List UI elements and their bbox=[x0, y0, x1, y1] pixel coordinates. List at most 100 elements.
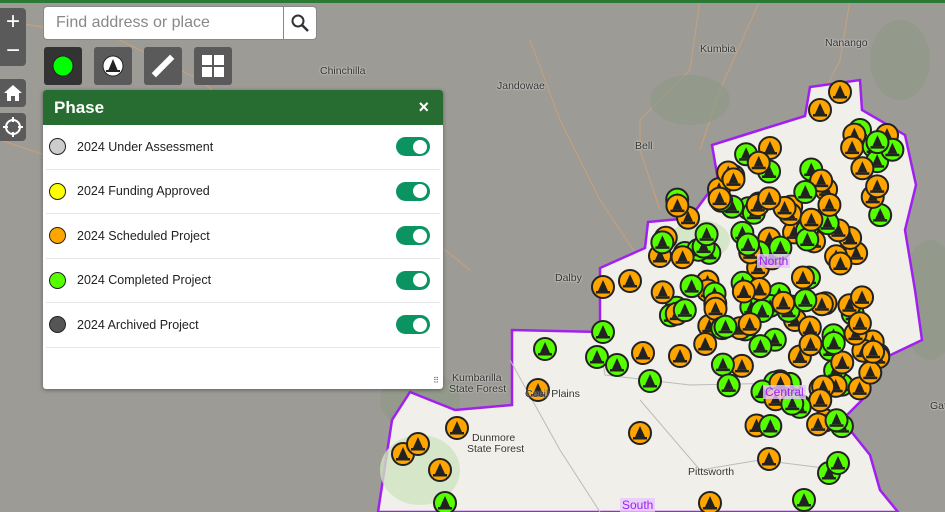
project-marker[interactable] bbox=[828, 80, 852, 104]
project-marker[interactable] bbox=[826, 451, 850, 475]
project-marker[interactable] bbox=[650, 280, 675, 305]
project-marker[interactable] bbox=[840, 135, 865, 160]
phase-toggle[interactable] bbox=[396, 181, 430, 201]
project-marker[interactable] bbox=[713, 314, 738, 339]
project-marker[interactable] bbox=[746, 150, 771, 175]
project-marker[interactable] bbox=[710, 352, 735, 377]
project-marker[interactable] bbox=[861, 339, 886, 364]
project-marker[interactable] bbox=[824, 408, 849, 433]
search-button[interactable] bbox=[283, 7, 316, 39]
project-marker[interactable] bbox=[793, 288, 818, 313]
phase-symbol-icon bbox=[49, 227, 66, 245]
panel-header: Phase × bbox=[43, 90, 443, 125]
project-marker[interactable] bbox=[668, 344, 692, 368]
project-marker[interactable] bbox=[850, 285, 875, 310]
project-marker[interactable] bbox=[799, 207, 824, 232]
project-marker[interactable] bbox=[758, 413, 783, 438]
project-marker[interactable] bbox=[736, 232, 761, 257]
project-marker[interactable] bbox=[591, 275, 615, 299]
phase-symbol-icon bbox=[49, 271, 66, 289]
project-marker[interactable] bbox=[716, 373, 741, 398]
project-marker[interactable] bbox=[737, 312, 762, 337]
phase-symbol-icon bbox=[49, 316, 66, 334]
phase-item: 2024 Under Assessment bbox=[46, 125, 440, 170]
place-label: Cecil Plains bbox=[525, 388, 580, 400]
phase-item: 2024 Funding Approved bbox=[46, 170, 440, 214]
project-marker[interactable] bbox=[858, 360, 883, 385]
project-marker[interactable] bbox=[798, 332, 823, 357]
project-marker[interactable] bbox=[721, 167, 746, 192]
project-marker[interactable] bbox=[808, 388, 833, 413]
project-marker[interactable] bbox=[679, 274, 704, 299]
project-marker[interactable] bbox=[665, 193, 690, 218]
zoom-in-button[interactable]: + bbox=[0, 8, 26, 37]
project-marker[interactable] bbox=[638, 369, 662, 393]
project-marker[interactable] bbox=[533, 337, 557, 361]
project-marker[interactable] bbox=[847, 311, 872, 336]
project-layer-button[interactable] bbox=[94, 47, 132, 85]
project-marker[interactable] bbox=[693, 331, 718, 356]
basemap-button[interactable] bbox=[194, 47, 232, 85]
phase-toggle[interactable] bbox=[396, 315, 430, 335]
locate-button[interactable] bbox=[0, 113, 26, 141]
project-marker[interactable] bbox=[771, 290, 796, 315]
project-marker[interactable] bbox=[757, 447, 781, 471]
project-marker[interactable] bbox=[591, 320, 615, 344]
phase-symbol-icon bbox=[49, 138, 66, 156]
project-marker[interactable] bbox=[808, 98, 832, 122]
project-marker[interactable] bbox=[793, 180, 818, 205]
top-accent-bar bbox=[0, 0, 945, 3]
project-marker[interactable] bbox=[748, 334, 773, 359]
basemap-grid-icon bbox=[202, 55, 224, 77]
phase-label: 2024 Funding Approved bbox=[77, 184, 210, 199]
project-marker[interactable] bbox=[672, 298, 697, 323]
project-marker[interactable] bbox=[792, 488, 816, 512]
project-marker[interactable] bbox=[698, 491, 722, 512]
project-marker[interactable] bbox=[585, 345, 609, 369]
project-marker[interactable] bbox=[850, 156, 875, 181]
project-marker[interactable] bbox=[817, 192, 842, 217]
phase-label: 2024 Under Assessment bbox=[77, 139, 214, 154]
home-button[interactable] bbox=[0, 79, 26, 107]
project-marker[interactable] bbox=[731, 279, 756, 304]
project-marker[interactable] bbox=[618, 269, 642, 293]
traffic-cone-icon bbox=[102, 55, 124, 77]
place-label: State Forest bbox=[467, 443, 525, 455]
place-label: Bell bbox=[635, 140, 653, 152]
phase-toggle[interactable] bbox=[396, 137, 430, 157]
place-label: Jandowae bbox=[497, 80, 545, 92]
zoom-out-button[interactable]: − bbox=[0, 37, 26, 66]
project-marker[interactable] bbox=[865, 130, 890, 155]
project-marker[interactable] bbox=[406, 432, 430, 456]
project-marker[interactable] bbox=[605, 353, 629, 377]
project-marker[interactable] bbox=[707, 186, 732, 211]
search-input[interactable] bbox=[44, 7, 283, 39]
green-dot-icon bbox=[52, 55, 74, 77]
measure-button[interactable] bbox=[144, 47, 182, 85]
project-marker[interactable] bbox=[631, 341, 655, 365]
project-marker[interactable] bbox=[628, 421, 652, 445]
project-marker[interactable] bbox=[790, 265, 815, 290]
project-marker[interactable] bbox=[865, 174, 890, 199]
project-marker[interactable] bbox=[650, 230, 675, 255]
project-marker[interactable] bbox=[795, 227, 820, 252]
project-marker[interactable] bbox=[757, 186, 782, 211]
project-marker[interactable] bbox=[828, 251, 853, 276]
phase-panel: Phase × 2024 Under Assessment 2024 Fundin… bbox=[43, 90, 443, 389]
project-marker[interactable] bbox=[433, 491, 457, 512]
region-label-central: Central bbox=[763, 385, 806, 399]
close-button[interactable]: × bbox=[418, 97, 429, 118]
phase-toggle[interactable] bbox=[396, 226, 430, 246]
project-marker[interactable] bbox=[694, 222, 719, 247]
resize-handle-icon[interactable]: ⠿ bbox=[433, 376, 439, 385]
project-marker[interactable] bbox=[428, 458, 452, 482]
phase-item: 2024 Completed Project bbox=[46, 259, 440, 303]
project-marker[interactable] bbox=[821, 330, 846, 355]
phase-legend-button[interactable] bbox=[44, 47, 82, 85]
project-marker[interactable] bbox=[445, 416, 469, 440]
phase-item: 2024 Archived Project bbox=[46, 303, 440, 348]
place-label: Dalby bbox=[555, 272, 582, 284]
phase-toggle[interactable] bbox=[396, 270, 430, 290]
ruler-icon bbox=[151, 54, 175, 78]
project-marker[interactable] bbox=[670, 245, 695, 270]
